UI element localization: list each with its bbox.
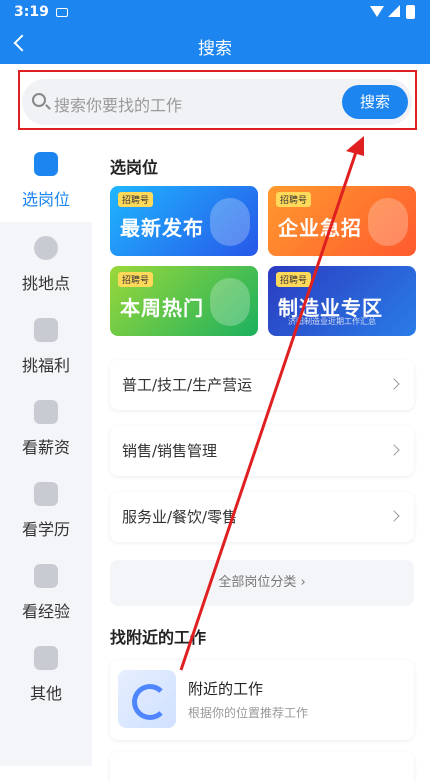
banner-tag: 招聘号 [118,272,154,287]
sidebar-item-label: 挑福利 [21,356,70,375]
sidebar-item-label: 看薪资 [21,438,70,457]
bag-icon [34,646,58,670]
toolbox-icon [34,564,58,588]
sidebar-item-label: 看学历 [21,520,70,539]
notification-icon [56,8,68,17]
chevron-right-icon [388,444,400,456]
sidebar-item-welfare[interactable]: 挑福利 [0,306,92,388]
nearby-subtitle: 根据你的位置推荐工作 [188,706,309,720]
section-title-jobs: 选岗位 [110,158,159,177]
status-bar: 3:19 [0,0,430,26]
sidebar-item-label: 选岗位 [21,190,70,209]
gift-icon [34,318,58,342]
banner-manufacturing[interactable]: 招聘号 制造业专区 济阳制造业近期工作汇总 [268,266,416,336]
category-label: 销售/销售管理 [122,442,218,460]
megaphone-illustration-icon [368,198,408,246]
list-item[interactable] [110,752,414,782]
sidebar-item-salary[interactable]: 看薪资 [0,388,92,470]
nearby-jobs-card[interactable]: 附近的工作 根据你的位置推荐工作 [110,660,414,740]
sidebar-item-experience[interactable]: 看经验 [0,552,92,634]
sidebar-item-label: 看经验 [21,602,70,621]
banner-text: 企业急招 [278,216,362,240]
category-row[interactable]: 服务业/餐饮/零售 [110,492,414,542]
category-row[interactable]: 销售/销售管理 [110,426,414,476]
page-title: 搜索 [198,39,232,59]
nearby-title: 附近的工作 [188,680,264,698]
category-row[interactable]: 普工/技工/生产营运 [110,360,414,410]
sidebar-item-education[interactable]: 看学历 [0,470,92,552]
banner-latest[interactable]: 招聘号 最新发布 [110,186,258,256]
sidebar-item-location[interactable]: 挑地点 [0,224,92,306]
location-radar-icon [118,670,176,728]
banner-urgent[interactable]: 招聘号 企业急招 [268,186,416,256]
person-illustration-icon [210,278,250,326]
banner-tag: 招聘号 [276,272,312,287]
status-time: 3:19 [14,4,49,20]
sidebar-item-label: 挑地点 [21,274,70,293]
highlight-box [18,70,417,130]
battery-icon [406,5,415,19]
person-illustration-icon [210,198,250,246]
banner-text: 本周热门 [120,296,204,320]
graduation-cap-icon [34,482,58,506]
banner-tag: 招聘号 [118,192,154,207]
sidebar: 选岗位 挑地点 挑福利 看薪资 看学历 看经验 其他 [0,140,92,766]
top-bar: 搜索 [0,26,430,64]
yen-icon [34,400,58,424]
sidebar-item-other[interactable]: 其他 [0,634,92,716]
banner-hot[interactable]: 招聘号 本周热门 [110,266,258,336]
main-content: 选岗位 招聘号 最新发布 招聘号 企业急招 招聘号 本周热门 招聘号 制造业专区… [92,140,430,782]
section-title-nearby: 找附近的工作 [110,628,207,647]
category-label: 服务业/餐饮/零售 [122,508,238,526]
banner-tag: 招聘号 [276,192,312,207]
chevron-right-icon [388,510,400,522]
wifi-icon [370,6,384,17]
chevron-right-icon [388,378,400,390]
sidebar-item-jobs[interactable]: 选岗位 [0,140,92,222]
category-label: 普工/技工/生产营运 [122,376,253,394]
signal-icon [388,5,400,17]
banner-subtext: 济阳制造业近期工作汇总 [288,317,376,326]
all-categories-button[interactable]: 全部岗位分类 › [110,560,414,606]
banner-text: 最新发布 [120,216,204,240]
briefcase-icon [34,152,58,176]
sidebar-item-label: 其他 [29,684,62,703]
location-pin-icon [34,236,58,260]
